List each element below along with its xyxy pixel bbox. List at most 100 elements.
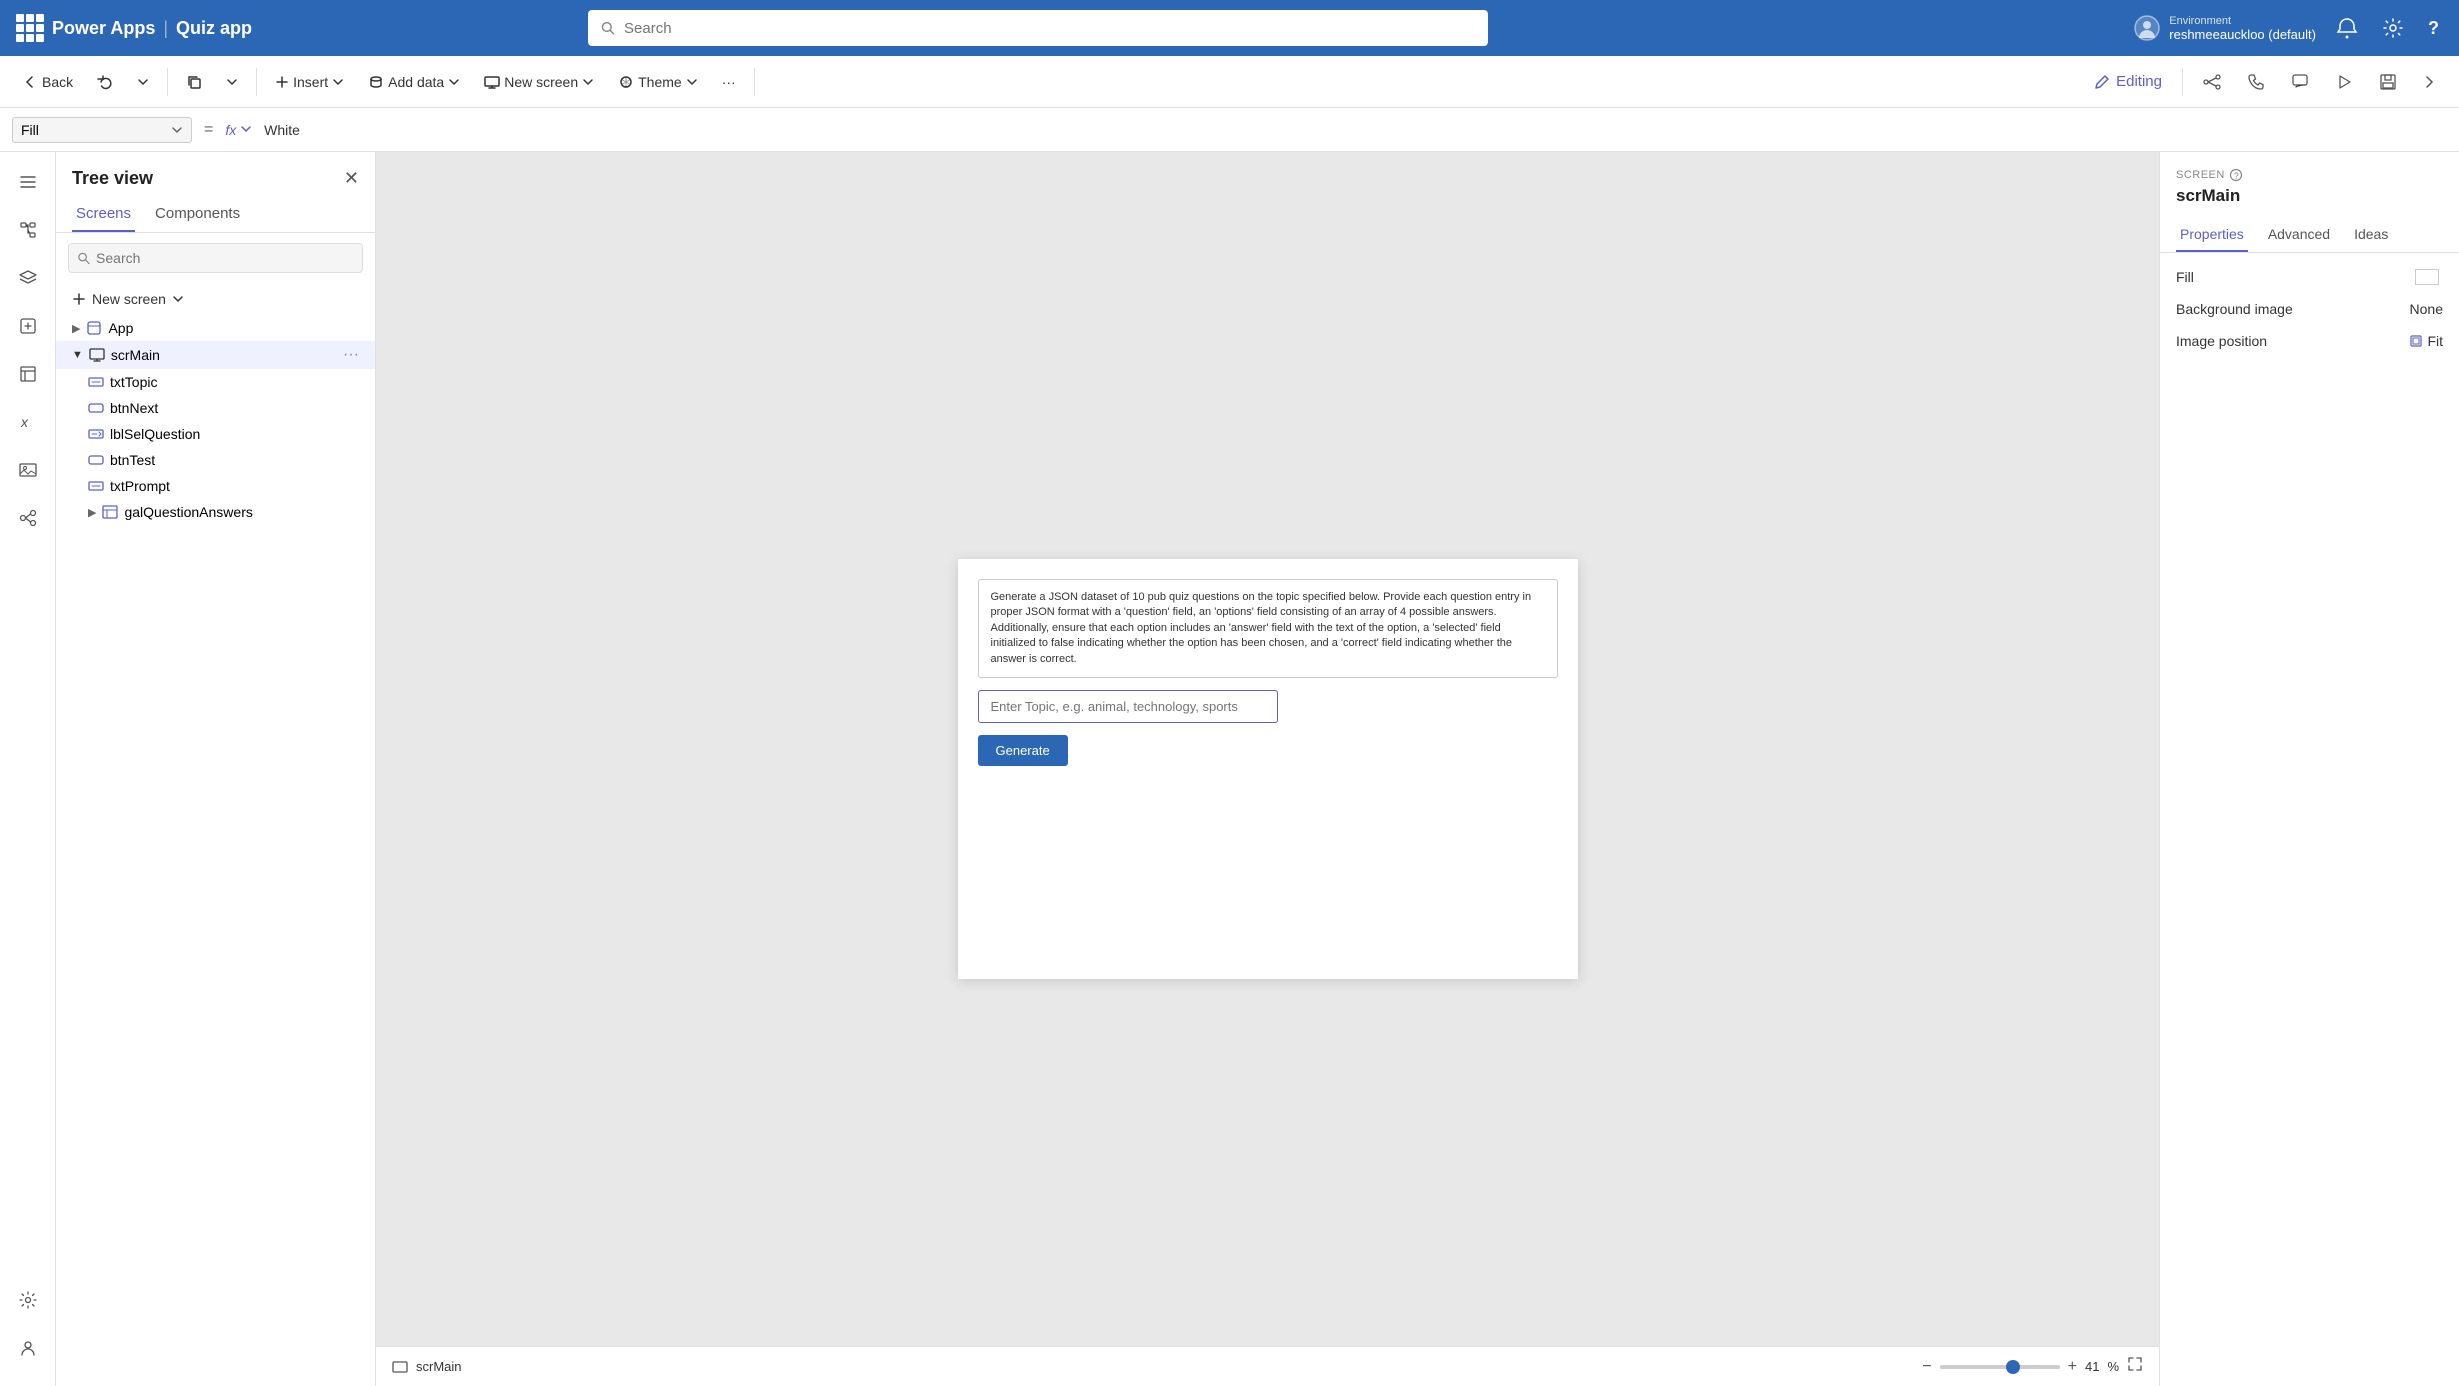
- tree-item-btnTest-label: btnTest: [110, 452, 359, 468]
- tree-new-screen-button[interactable]: New screen: [56, 283, 375, 315]
- chevron-down-icon-3: [332, 76, 344, 88]
- tree-item-btnNext[interactable]: btnNext: [56, 395, 375, 421]
- zoom-slider-thumb[interactable]: [2006, 1360, 2020, 1374]
- play-icon: [2335, 73, 2353, 91]
- zoom-slider[interactable]: [1940, 1365, 2060, 1369]
- tree-panel: Tree view ✕ Screens Components New scree…: [56, 152, 376, 1386]
- right-panel-tab-properties[interactable]: Properties: [2176, 218, 2248, 252]
- tree-item-app-label: App: [108, 320, 359, 336]
- divider-3: [754, 68, 755, 96]
- fill-value[interactable]: [2415, 269, 2443, 285]
- tree-tab-screens[interactable]: Screens: [72, 197, 135, 232]
- prompt-text: Generate a JSON dataset of 10 pub quiz q…: [991, 591, 1532, 665]
- expand-canvas-button[interactable]: [2127, 1356, 2143, 1377]
- call-button[interactable]: [2237, 67, 2275, 97]
- help-circle-icon[interactable]: ?: [2229, 168, 2243, 182]
- tree-item-dots[interactable]: ···: [343, 346, 359, 364]
- image-position-value[interactable]: Fit: [2409, 333, 2443, 349]
- top-nav: Power Apps | Quiz app Environment reshme…: [0, 0, 2459, 56]
- hamburger-menu-button[interactable]: [6, 160, 50, 204]
- back-button[interactable]: Back: [12, 68, 83, 96]
- account-button[interactable]: [6, 1326, 50, 1370]
- property-selector[interactable]: Fill: [12, 117, 192, 143]
- theme-label: Theme: [638, 74, 682, 90]
- chevron-down-icon-prop: [171, 124, 183, 136]
- search-icon-tree: [77, 251, 90, 265]
- right-panel-screen-name: scrMain: [2176, 186, 2443, 206]
- layers-button[interactable]: [6, 256, 50, 300]
- tree-search-input[interactable]: [96, 244, 354, 272]
- share-button[interactable]: [2193, 67, 2231, 97]
- chevron-app: ▶: [72, 322, 80, 335]
- plus-icon: [275, 75, 289, 89]
- canvas-generate-button[interactable]: Generate: [978, 735, 1068, 766]
- formula-value: White: [264, 122, 300, 138]
- hamburger-icon: [19, 173, 37, 191]
- environment-label: Environment: [2169, 15, 2316, 27]
- tree-item-btnNext-label: btnNext: [110, 400, 359, 416]
- comment-button[interactable]: [2281, 67, 2319, 97]
- settings-button[interactable]: [2378, 13, 2408, 43]
- bell-icon: [2336, 17, 2358, 39]
- notification-button[interactable]: [2332, 13, 2362, 43]
- play-button[interactable]: [2325, 67, 2363, 97]
- property-label: Fill: [21, 122, 39, 138]
- insert-button[interactable]: Insert: [265, 68, 354, 96]
- tree-search[interactable]: [68, 243, 363, 273]
- add-control-button[interactable]: [6, 304, 50, 348]
- theme-button[interactable]: Theme: [608, 68, 708, 96]
- zoom-out-button[interactable]: −: [1922, 1358, 1931, 1376]
- add-data-button[interactable]: Add data: [358, 68, 470, 96]
- insert-label: Insert: [293, 74, 328, 90]
- chevron-gal: ▶: [88, 506, 96, 519]
- tree-item-txtPrompt[interactable]: txtPrompt: [56, 473, 375, 499]
- search-bar[interactable]: [588, 10, 1488, 46]
- undo-button[interactable]: [87, 68, 123, 96]
- copy-dropdown-button[interactable]: [216, 70, 248, 94]
- tree-header: Tree view ✕: [56, 152, 375, 197]
- settings-sidebar-button[interactable]: [6, 1278, 50, 1322]
- right-panel-tab-advanced[interactable]: Advanced: [2264, 218, 2334, 252]
- copy-button[interactable]: [176, 68, 212, 96]
- undo-icon: [97, 74, 113, 90]
- search-input[interactable]: [624, 20, 1476, 37]
- new-screen-toolbar-button[interactable]: New screen: [474, 68, 604, 96]
- divider-4: [2182, 68, 2183, 96]
- connector-icon: [19, 509, 37, 527]
- waffle-icon[interactable]: [16, 14, 44, 42]
- tree-item-scrMain[interactable]: ▼ scrMain ···: [56, 341, 375, 369]
- tree-item-lblSelQuestion[interactable]: lblSelQuestion: [56, 421, 375, 447]
- chevron-down-icon-5: [582, 76, 594, 88]
- help-button[interactable]: ?: [2424, 14, 2443, 43]
- tree-item-galQuestionAnswers-label: galQuestionAnswers: [124, 504, 359, 520]
- plus-square-icon: [19, 317, 37, 335]
- tree-item-galQuestionAnswers[interactable]: ▶ galQuestionAnswers: [56, 499, 375, 525]
- tree-item-txtTopic[interactable]: txtTopic: [56, 369, 375, 395]
- connectors-button[interactable]: [6, 496, 50, 540]
- tree-item-txtPrompt-label: txtPrompt: [110, 478, 359, 494]
- chevron-down-icon-2: [226, 76, 238, 88]
- tree-close-button[interactable]: ✕: [344, 168, 359, 189]
- tree-new-screen-label: New screen: [92, 291, 166, 307]
- tree-item-app[interactable]: ▶ App: [56, 315, 375, 341]
- more-button[interactable]: ···: [712, 68, 746, 96]
- background-image-value[interactable]: None: [2410, 301, 2443, 317]
- data-button[interactable]: [6, 352, 50, 396]
- more-label: ···: [722, 74, 736, 90]
- undo-dropdown-button[interactable]: [127, 70, 159, 94]
- tree-title: Tree view: [72, 168, 153, 189]
- tree-tab-components[interactable]: Components: [151, 197, 244, 232]
- save-button[interactable]: [2369, 67, 2407, 97]
- save-icon: [2379, 73, 2397, 91]
- media-button[interactable]: [6, 448, 50, 492]
- expand-toolbar-button[interactable]: [2413, 69, 2447, 95]
- canvas-prompt-box: Generate a JSON dataset of 10 pub quiz q…: [978, 579, 1558, 678]
- zoom-in-button[interactable]: +: [2068, 1358, 2077, 1376]
- tree-view-button[interactable]: [6, 208, 50, 252]
- tree-item-btnTest[interactable]: btnTest: [56, 447, 375, 473]
- right-panel-tab-ideas[interactable]: Ideas: [2350, 218, 2392, 252]
- image-position-row: Image position Fit: [2176, 333, 2443, 349]
- separator: |: [163, 18, 168, 39]
- variables-button[interactable]: x: [6, 400, 50, 444]
- canvas-topic-input[interactable]: [978, 690, 1278, 723]
